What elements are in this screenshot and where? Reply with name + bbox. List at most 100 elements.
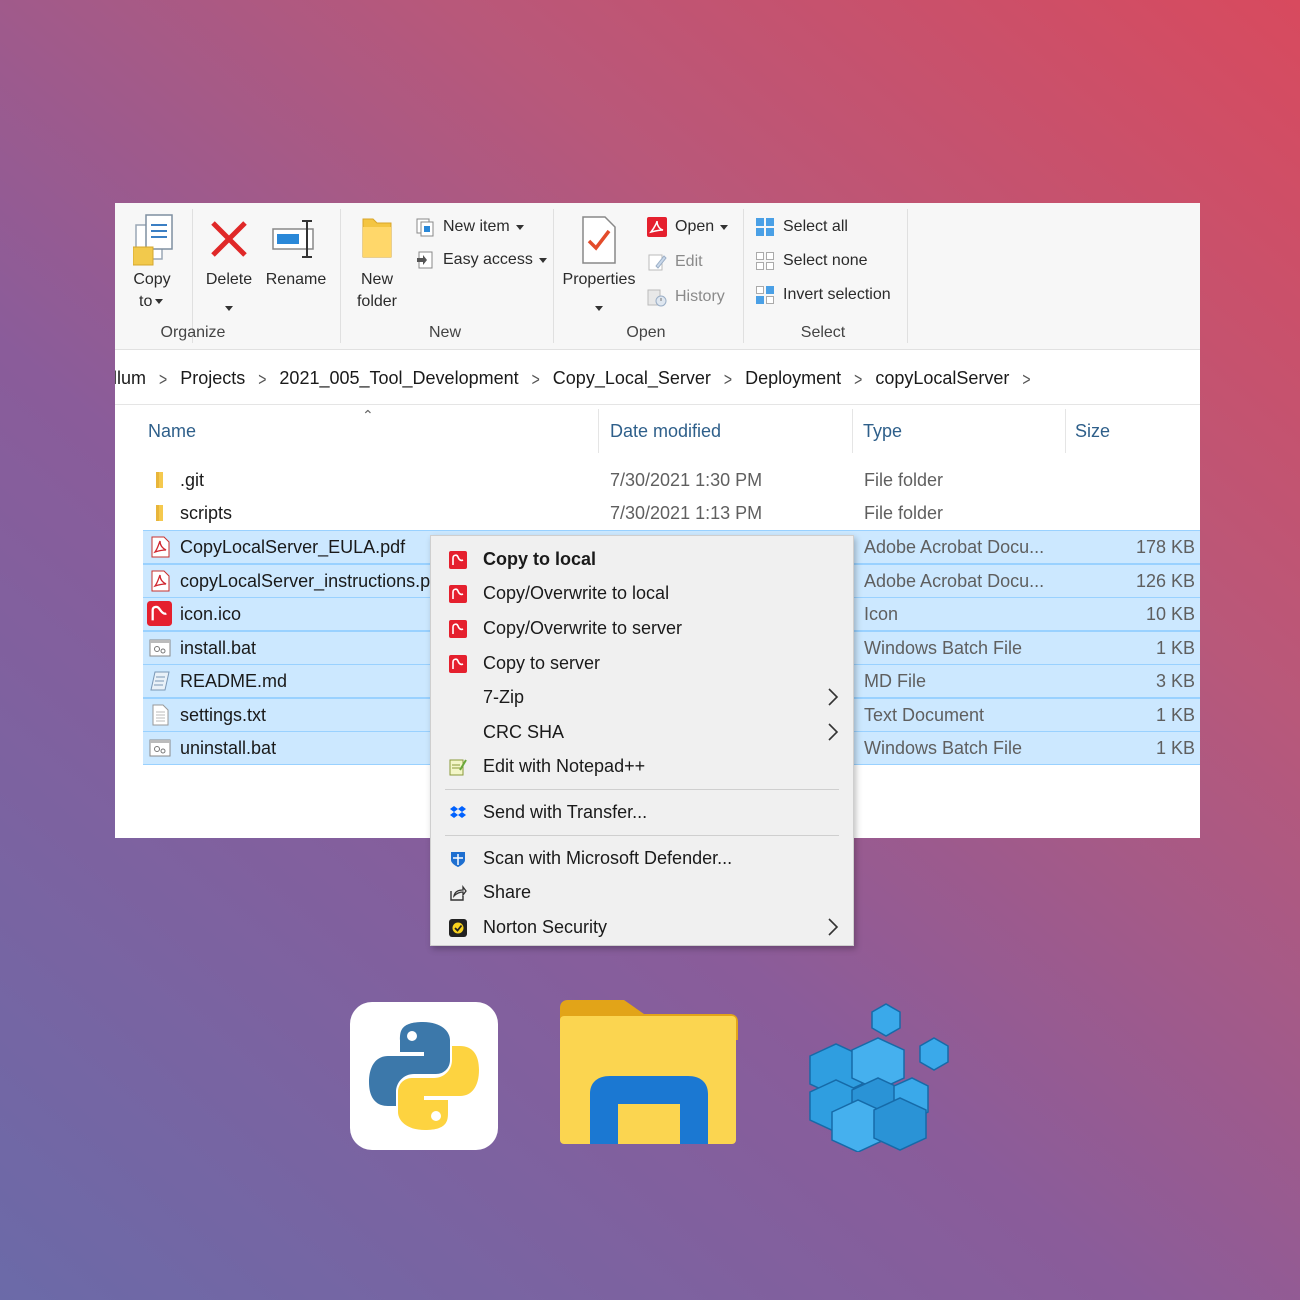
file-type: File folder bbox=[864, 503, 944, 523]
breadcrumb-item[interactable]: Copy_Local_Server bbox=[553, 368, 711, 389]
select-none-button[interactable]: Select none bbox=[755, 251, 868, 271]
new-folder-label-2: folder bbox=[356, 293, 398, 310]
menu-item-share[interactable]: Share bbox=[431, 876, 853, 910]
ribbon: Copy to Delete Rename Organize New folde… bbox=[115, 203, 1200, 350]
chevron-right-icon[interactable]: > bbox=[724, 368, 732, 389]
chevron-right-icon[interactable]: > bbox=[854, 368, 862, 389]
properties-icon bbox=[582, 216, 616, 264]
menu-separator bbox=[445, 789, 839, 790]
file-name: CopyLocalServer_EULA.pdf bbox=[180, 537, 406, 557]
menu-label: Copy to local bbox=[483, 549, 597, 569]
new-folder-button[interactable]: New folder bbox=[349, 213, 405, 317]
breadcrumb-item[interactable]: Projects bbox=[180, 368, 245, 389]
menu-item-norton[interactable]: Norton Security bbox=[431, 911, 853, 945]
address-bar[interactable]: llum > Projects > 2021_005_Tool_Developm… bbox=[115, 354, 1200, 405]
delete-button[interactable]: Delete bbox=[203, 213, 255, 317]
properties-caret-icon bbox=[595, 300, 603, 318]
open-button[interactable]: Open bbox=[647, 217, 729, 237]
file-type: Adobe Acrobat Docu... bbox=[864, 571, 1045, 591]
file-date: 7/30/2021 1:30 PM bbox=[610, 470, 763, 490]
registry-editor-icon bbox=[806, 1000, 954, 1153]
breadcrumb: llum > Projects > 2021_005_Tool_Developm… bbox=[115, 368, 1044, 389]
new-folder-icon bbox=[362, 218, 392, 258]
edit-label: Edit bbox=[675, 253, 703, 270]
edit-button[interactable]: Edit bbox=[647, 252, 703, 272]
chevron-right-icon bbox=[828, 688, 839, 706]
batch-icon bbox=[149, 739, 171, 757]
menu-separator bbox=[445, 835, 839, 836]
new-item-icon bbox=[415, 217, 435, 237]
ribbon-divider bbox=[192, 209, 193, 343]
new-item-button[interactable]: New item bbox=[415, 217, 524, 237]
properties-button[interactable]: Properties bbox=[561, 213, 637, 317]
column-divider[interactable] bbox=[1065, 409, 1066, 453]
column-header-size[interactable]: Size bbox=[1075, 421, 1110, 442]
breadcrumb-item[interactable]: Deployment bbox=[745, 368, 841, 389]
column-divider[interactable] bbox=[852, 409, 853, 453]
delete-x-icon bbox=[211, 221, 247, 257]
new-group-label: New bbox=[428, 324, 461, 341]
breadcrumb-item[interactable]: copyLocalServer bbox=[875, 368, 1009, 389]
file-explorer-icon bbox=[560, 1000, 738, 1146]
file-name: icon.ico bbox=[180, 604, 242, 624]
notepad-plus-plus-icon bbox=[449, 759, 467, 776]
rename-label: Rename bbox=[265, 271, 327, 288]
menu-item-copy-to-server[interactable]: Copy to server bbox=[431, 647, 853, 681]
norton-icon bbox=[449, 919, 467, 937]
python-icon bbox=[350, 1002, 498, 1150]
easy-access-label: Easy access bbox=[443, 251, 533, 268]
copy-local-server-icon bbox=[449, 585, 467, 603]
chevron-right-icon[interactable]: > bbox=[258, 368, 266, 389]
context-menu: Copy to local Copy/Overwrite to local Co… bbox=[430, 535, 854, 946]
menu-item-copy-overwrite-local[interactable]: Copy/Overwrite to local bbox=[431, 577, 853, 611]
menu-item-copy-overwrite-server[interactable]: Copy/Overwrite to server bbox=[431, 612, 853, 646]
menu-label: Norton Security bbox=[483, 917, 608, 937]
menu-label: Copy/Overwrite to server bbox=[483, 618, 683, 638]
column-divider[interactable] bbox=[598, 409, 599, 453]
select-all-button[interactable]: Select all bbox=[755, 217, 848, 237]
rename-icon bbox=[272, 220, 314, 258]
menu-item-7zip[interactable]: 7-Zip bbox=[431, 681, 853, 715]
pdf-icon bbox=[151, 536, 170, 558]
menu-item-crc-sha[interactable]: CRC SHA bbox=[431, 716, 853, 750]
easy-access-button[interactable]: Easy access bbox=[415, 250, 547, 270]
menu-label: CRC SHA bbox=[483, 722, 565, 742]
rename-button[interactable]: Rename bbox=[263, 213, 329, 317]
copy-to-label-1: Copy bbox=[133, 271, 171, 288]
history-icon bbox=[647, 287, 667, 307]
menu-item-edit-notepad[interactable]: Edit with Notepad++ bbox=[431, 750, 853, 784]
file-name: install.bat bbox=[180, 638, 257, 658]
file-name: copyLocalServer_instructions.p bbox=[180, 571, 431, 591]
ribbon-divider bbox=[743, 209, 744, 343]
file-row-scripts[interactable]: scripts 7/30/2021 1:13 PM File folder bbox=[143, 497, 1200, 530]
delete-label: Delete bbox=[205, 271, 253, 288]
file-type: Adobe Acrobat Docu... bbox=[864, 537, 1045, 557]
menu-item-scan-defender[interactable]: Scan with Microsoft Defender... bbox=[431, 842, 853, 876]
breadcrumb-item[interactable]: 2021_005_Tool_Development bbox=[279, 368, 518, 389]
column-header-date[interactable]: Date modified bbox=[610, 421, 721, 442]
breadcrumb-item[interactable]: llum bbox=[115, 368, 146, 389]
chevron-right-icon bbox=[828, 723, 839, 741]
file-name: settings.txt bbox=[180, 705, 267, 725]
menu-item-copy-to-local[interactable]: Copy to local bbox=[431, 543, 853, 577]
delete-caret-icon bbox=[225, 300, 233, 318]
file-row-git[interactable]: .git 7/30/2021 1:30 PM File folder bbox=[143, 464, 1200, 497]
menu-item-send-transfer[interactable]: Send with Transfer... bbox=[431, 796, 853, 830]
menu-label: Share bbox=[483, 882, 532, 902]
ribbon-divider bbox=[907, 209, 908, 343]
file-type: Windows Batch File bbox=[864, 638, 1023, 658]
chevron-right-icon[interactable]: > bbox=[1022, 368, 1030, 389]
copy-to-button[interactable]: Copy to bbox=[129, 213, 177, 317]
file-type: MD File bbox=[864, 671, 926, 691]
folder-icon bbox=[156, 472, 163, 488]
history-button[interactable]: History bbox=[647, 287, 725, 307]
column-header-name[interactable]: Name bbox=[148, 421, 196, 442]
share-icon bbox=[450, 885, 467, 901]
file-name: README.md bbox=[180, 671, 288, 691]
invert-selection-button[interactable]: Invert selection bbox=[755, 285, 891, 305]
file-name: .git bbox=[180, 470, 205, 490]
chevron-right-icon[interactable]: > bbox=[532, 368, 540, 389]
chevron-right-icon[interactable]: > bbox=[159, 368, 167, 389]
select-none-label: Select none bbox=[783, 252, 868, 269]
column-header-type[interactable]: Type bbox=[863, 421, 902, 442]
